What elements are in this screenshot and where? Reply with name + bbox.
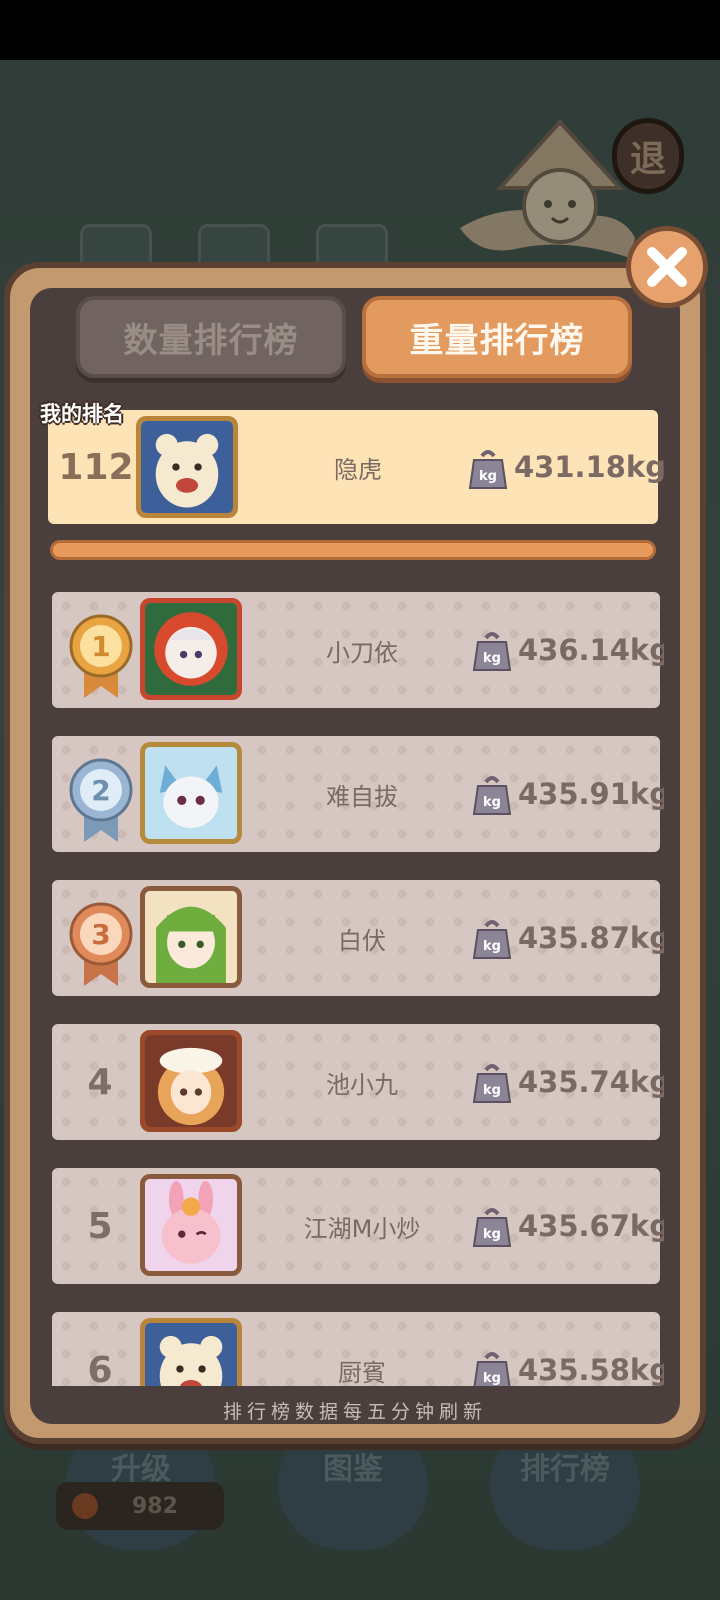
- close-button[interactable]: [626, 226, 708, 308]
- my-rank-row: 112 隐虎 kg 431.18kg: [48, 410, 666, 524]
- tab-weight-leaderboard[interactable]: 重量排行榜: [362, 296, 632, 378]
- leaderboard-row[interactable]: 1 小刀依 kg 436.14kg: [52, 592, 664, 708]
- kg-weight-icon-text: kg: [483, 651, 501, 666]
- leaderboard-row[interactable]: 5 江湖M小炒 kg 435.67kg: [52, 1168, 664, 1284]
- leaderboard-row[interactable]: 4 池小九 kg 435.74kg: [52, 1024, 664, 1140]
- weight-value: 435.87kg: [518, 921, 664, 955]
- my-rank-label: 我的排名: [40, 402, 124, 426]
- chef-girl-avatar-icon: [145, 1035, 237, 1127]
- kg-weight-icon-text: kg: [483, 795, 501, 810]
- coin-counter: 982: [56, 1482, 224, 1530]
- rank-number: 4: [87, 1061, 113, 1103]
- gold-medal-icon: 1: [69, 614, 133, 698]
- coin-icon: [72, 1493, 98, 1519]
- player-name: 难自拔: [326, 782, 398, 811]
- player-avatar[interactable]: [140, 1030, 242, 1132]
- kg-weight-icon-text: kg: [483, 939, 501, 954]
- weight-value: 435.67kg: [518, 1209, 664, 1243]
- weight-value: 435.58kg: [518, 1353, 664, 1386]
- player-avatar[interactable]: [140, 1318, 242, 1386]
- my-weight-value: 431.18kg: [514, 450, 666, 484]
- player-avatar[interactable]: [140, 598, 242, 700]
- rank-number: 6: [87, 1349, 113, 1387]
- rank-number: 5: [87, 1205, 113, 1247]
- player-avatar[interactable]: [140, 742, 242, 844]
- medal-rank: 3: [91, 918, 110, 951]
- kg-weight-icon: kg: [468, 450, 508, 489]
- tab-count-leaderboard[interactable]: 数量排行榜: [76, 296, 346, 378]
- player-name: 江湖M小炒: [303, 1214, 421, 1243]
- player-avatar[interactable]: [140, 886, 242, 988]
- dragon-avatar-icon: [145, 603, 237, 695]
- kg-weight-icon: kg: [472, 1064, 512, 1103]
- kg-weight-icon: kg: [472, 920, 512, 959]
- fox-avatar-icon: [145, 747, 237, 839]
- kg-weight-icon: kg: [472, 776, 512, 815]
- bronze-medal-icon: 3: [69, 902, 133, 986]
- girl-avatar-icon: [145, 891, 237, 983]
- kg-weight-icon: kg: [473, 1352, 511, 1386]
- coin-count: 982: [132, 1493, 178, 1519]
- bunny-avatar-icon: [145, 1179, 237, 1271]
- player-name: 小刀依: [326, 638, 398, 667]
- medal-rank: 2: [91, 774, 110, 807]
- player-name: 白伏: [338, 926, 386, 955]
- refresh-note: 排行榜数据每五分钟刷新: [222, 1400, 487, 1423]
- status-bar: [0, 0, 720, 60]
- player-avatar[interactable]: [140, 1174, 242, 1276]
- kg-weight-icon: kg: [472, 632, 512, 671]
- weight-value: 435.91kg: [518, 777, 664, 811]
- leaderboard-row[interactable]: 2 难自拔 kg 435.91kg: [52, 736, 664, 852]
- farmer-mascot-icon: [460, 119, 635, 258]
- weight-value: 435.74kg: [518, 1065, 664, 1099]
- my-player-name: 隐虎: [334, 455, 382, 484]
- weight-value: 436.14kg: [518, 633, 664, 667]
- kg-weight-icon-text: kg: [483, 1371, 501, 1386]
- leaderboard-list[interactable]: 1 小刀依 kg 436.14kg 2 难自拔 kg 435.91kg 3 白伏…: [48, 580, 664, 1386]
- divider-bar: [50, 540, 656, 560]
- player-name: 厨賓: [338, 1358, 386, 1387]
- bear-avatar-icon: [145, 1323, 237, 1386]
- kg-weight-icon-text: kg: [483, 1227, 501, 1242]
- kg-weight-icon: kg: [472, 1208, 512, 1247]
- bear-avatar-icon: [141, 421, 233, 513]
- close-icon: [647, 247, 687, 287]
- kg-weight-icon-text: kg: [483, 1083, 501, 1098]
- silver-medal-icon: 2: [69, 758, 133, 842]
- leaderboard-row[interactable]: 3 白伏 kg 435.87kg: [52, 880, 664, 996]
- medal-rank: 1: [91, 630, 110, 663]
- my-avatar[interactable]: [136, 416, 238, 518]
- player-name: 池小九: [326, 1070, 398, 1099]
- leaderboard-row[interactable]: 6 厨賓 kg 435.58kg: [52, 1312, 664, 1387]
- kg-weight-icon-text: kg: [479, 469, 497, 484]
